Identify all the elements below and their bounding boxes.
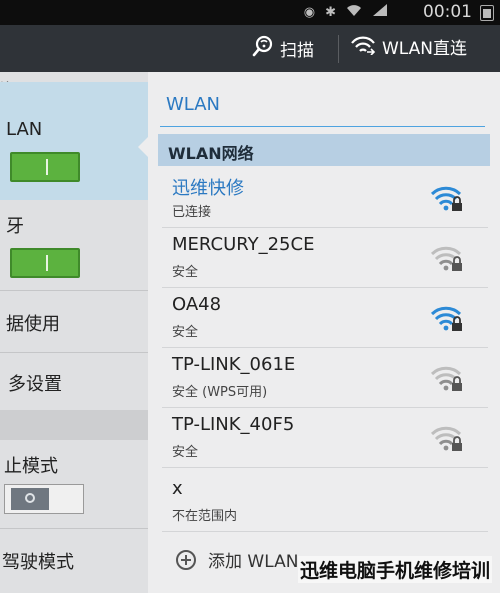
wlan-direct-label: WLAN直连 (382, 39, 468, 59)
panel-title: WLAN (166, 94, 221, 115)
action-bar: 扫描 WLAN直连 (0, 25, 500, 72)
status-time: 00:01 (423, 2, 472, 22)
sidebar-divider (0, 528, 148, 529)
flight-mode-toggle[interactable] (4, 484, 84, 514)
settings-sidebar: 络 LAN 牙 据使用 多设置 止模式 驾驶模式 (0, 72, 148, 593)
add-icon (176, 549, 196, 570)
add-wlan-label: 添加 WLAN (208, 552, 299, 572)
wifi-secured-weak-icon (430, 246, 462, 271)
network-status: 安全 (172, 265, 199, 280)
network-name: 迅维快修 (172, 178, 244, 199)
wlan-networks-header: WLAN网络 (158, 134, 490, 166)
watermark-text: 迅维电脑手机维修培训 (297, 556, 492, 583)
wifi-secured-weak-icon (430, 426, 462, 451)
network-status: 已连接 (172, 205, 212, 220)
network-status: 安全 (172, 445, 199, 460)
sidebar-item-flight-mode[interactable]: 止模式 (4, 452, 148, 478)
sidebar-section-header (0, 410, 148, 440)
battery-icon (480, 5, 494, 21)
wifi-secured-weak-icon (430, 366, 462, 391)
network-name: MERCURY_25CE (172, 234, 315, 255)
sidebar-divider (0, 352, 148, 353)
wifi-secured-strong-icon (430, 306, 462, 331)
scan-button[interactable]: 扫描 (252, 34, 314, 62)
title-underline (160, 126, 485, 127)
add-wlan-button[interactable]: 添加 WLAN (176, 547, 298, 572)
sidebar-divider (0, 290, 148, 291)
wlan-direct-button[interactable]: WLAN直连 (350, 34, 467, 59)
network-row-2[interactable]: OA48 安全 (158, 288, 490, 348)
wifi-icon (346, 4, 362, 21)
settings-screen: ◉ ✱ 00:01 扫描 WLAN直连 LAN 牙 据使用 多设置 止模式 驾驶… (0, 0, 500, 593)
wlan-panel: WLAN WLAN网络 迅维快修 已连接 MERCURY_25CE 安全 OA4… (138, 72, 500, 593)
network-name: x (172, 478, 183, 499)
network-name: TP-LINK_061E (172, 354, 296, 375)
network-name: TP-LINK_40F5 (172, 414, 295, 435)
bluetooth-toggle[interactable] (10, 248, 80, 278)
status-bar: ◉ ✱ 00:01 (0, 0, 500, 25)
network-status: 不在范围内 (172, 509, 238, 524)
wlan-direct-icon (350, 35, 376, 59)
network-status: 安全 (WPS可用) (172, 385, 268, 400)
network-row-0[interactable]: 迅维快修 已连接 (158, 168, 490, 228)
network-row-5[interactable]: x 不在范围内 (158, 472, 490, 532)
action-bar-divider (338, 35, 339, 63)
sidebar-item-more-settings[interactable]: 多设置 (8, 370, 148, 396)
sidebar-item-driving-mode[interactable]: 驾驶模式 (2, 548, 148, 574)
bluetooth-icon: ✱ (325, 4, 336, 20)
eye-icon: ◉ (303, 4, 316, 20)
scan-icon (252, 34, 274, 62)
sidebar-item-wlan[interactable]: LAN (6, 119, 148, 140)
sidebar-item-wlan-selected[interactable] (0, 82, 148, 200)
sidebar-item-bluetooth[interactable]: 牙 (6, 212, 148, 238)
sidebar-item-data-usage[interactable]: 据使用 (6, 310, 148, 336)
wifi-secured-strong-icon (430, 186, 462, 211)
toggle-knob (11, 488, 49, 510)
network-name: OA48 (172, 294, 222, 315)
network-row-1[interactable]: MERCURY_25CE 安全 (158, 228, 490, 288)
network-row-3[interactable]: TP-LINK_061E 安全 (WPS可用) (158, 348, 490, 408)
network-row-4[interactable]: TP-LINK_40F5 安全 (158, 408, 490, 468)
scan-label: 扫描 (280, 40, 314, 61)
wlan-toggle[interactable] (10, 152, 80, 182)
panel-pointer (138, 135, 150, 159)
network-status: 安全 (172, 325, 199, 340)
signal-icon (372, 3, 388, 21)
